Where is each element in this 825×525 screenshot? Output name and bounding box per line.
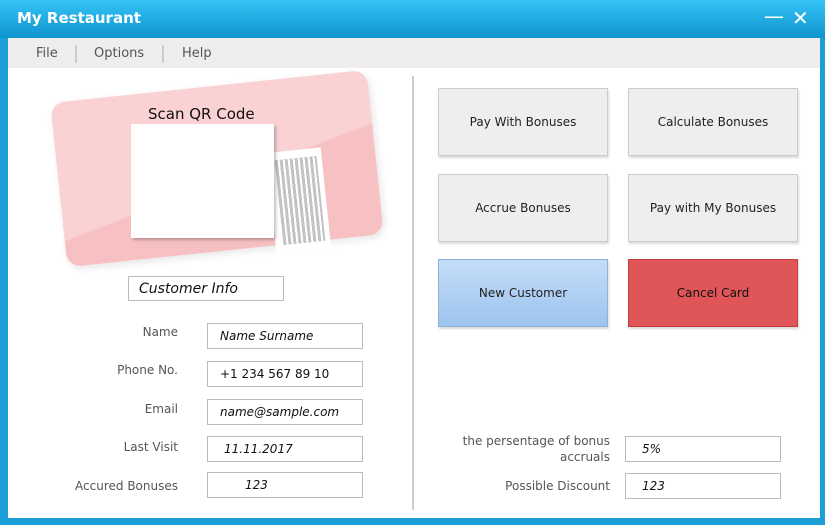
vertical-divider bbox=[412, 76, 414, 510]
menu-bar: File Options Help bbox=[8, 38, 820, 68]
menu-separator bbox=[75, 45, 77, 63]
pay-with-my-bonuses-button[interactable]: Pay with My Bonuses bbox=[628, 174, 798, 242]
cancel-card-button[interactable]: Cancel Card bbox=[628, 259, 798, 327]
bonus-percentage-label: the persentage of bonus accruals bbox=[462, 434, 610, 464]
phone-field[interactable]: +1 234 567 89 10 bbox=[207, 361, 363, 387]
calculate-bonuses-button[interactable]: Calculate Bonuses bbox=[628, 88, 798, 156]
customer-photo bbox=[131, 124, 274, 238]
accrue-bonuses-button[interactable]: Accrue Bonuses bbox=[438, 174, 608, 242]
accured-bonuses-label: Accured Bonuses bbox=[75, 479, 178, 493]
customer-info-heading: Customer Info bbox=[128, 276, 284, 301]
menu-help[interactable]: Help bbox=[182, 46, 212, 61]
name-label: Name bbox=[142, 325, 178, 339]
last-visit-label: Last Visit bbox=[123, 440, 178, 454]
last-visit-field[interactable]: 11.11.2017 bbox=[207, 436, 363, 462]
menu-separator bbox=[162, 45, 164, 63]
email-label: Email bbox=[144, 402, 178, 416]
name-field[interactable]: Name Surname bbox=[207, 323, 363, 349]
close-icon[interactable]: ✕ bbox=[792, 6, 809, 30]
accured-bonuses-field[interactable]: 123 bbox=[207, 472, 363, 498]
title-bar: My Restaurant — ✕ bbox=[0, 0, 825, 38]
phone-label: Phone No. bbox=[117, 363, 178, 377]
main-window: File Options Help Scan QR Code Customer … bbox=[8, 38, 820, 518]
minimize-icon[interactable]: — bbox=[764, 4, 784, 28]
email-field[interactable]: name@sample.com bbox=[207, 399, 363, 425]
pay-with-bonuses-button[interactable]: Pay With Bonuses bbox=[438, 88, 608, 156]
menu-options[interactable]: Options bbox=[94, 46, 144, 61]
qr-code-icon bbox=[274, 156, 326, 245]
window-title: My Restaurant bbox=[17, 9, 141, 27]
scan-qr-label: Scan QR Code bbox=[148, 105, 255, 123]
possible-discount-label: Possible Discount bbox=[505, 479, 610, 493]
possible-discount-field[interactable]: 123 bbox=[625, 473, 781, 499]
new-customer-button[interactable]: New Customer bbox=[438, 259, 608, 327]
menu-file[interactable]: File bbox=[36, 46, 58, 61]
bonus-percentage-field[interactable]: 5% bbox=[625, 436, 781, 462]
